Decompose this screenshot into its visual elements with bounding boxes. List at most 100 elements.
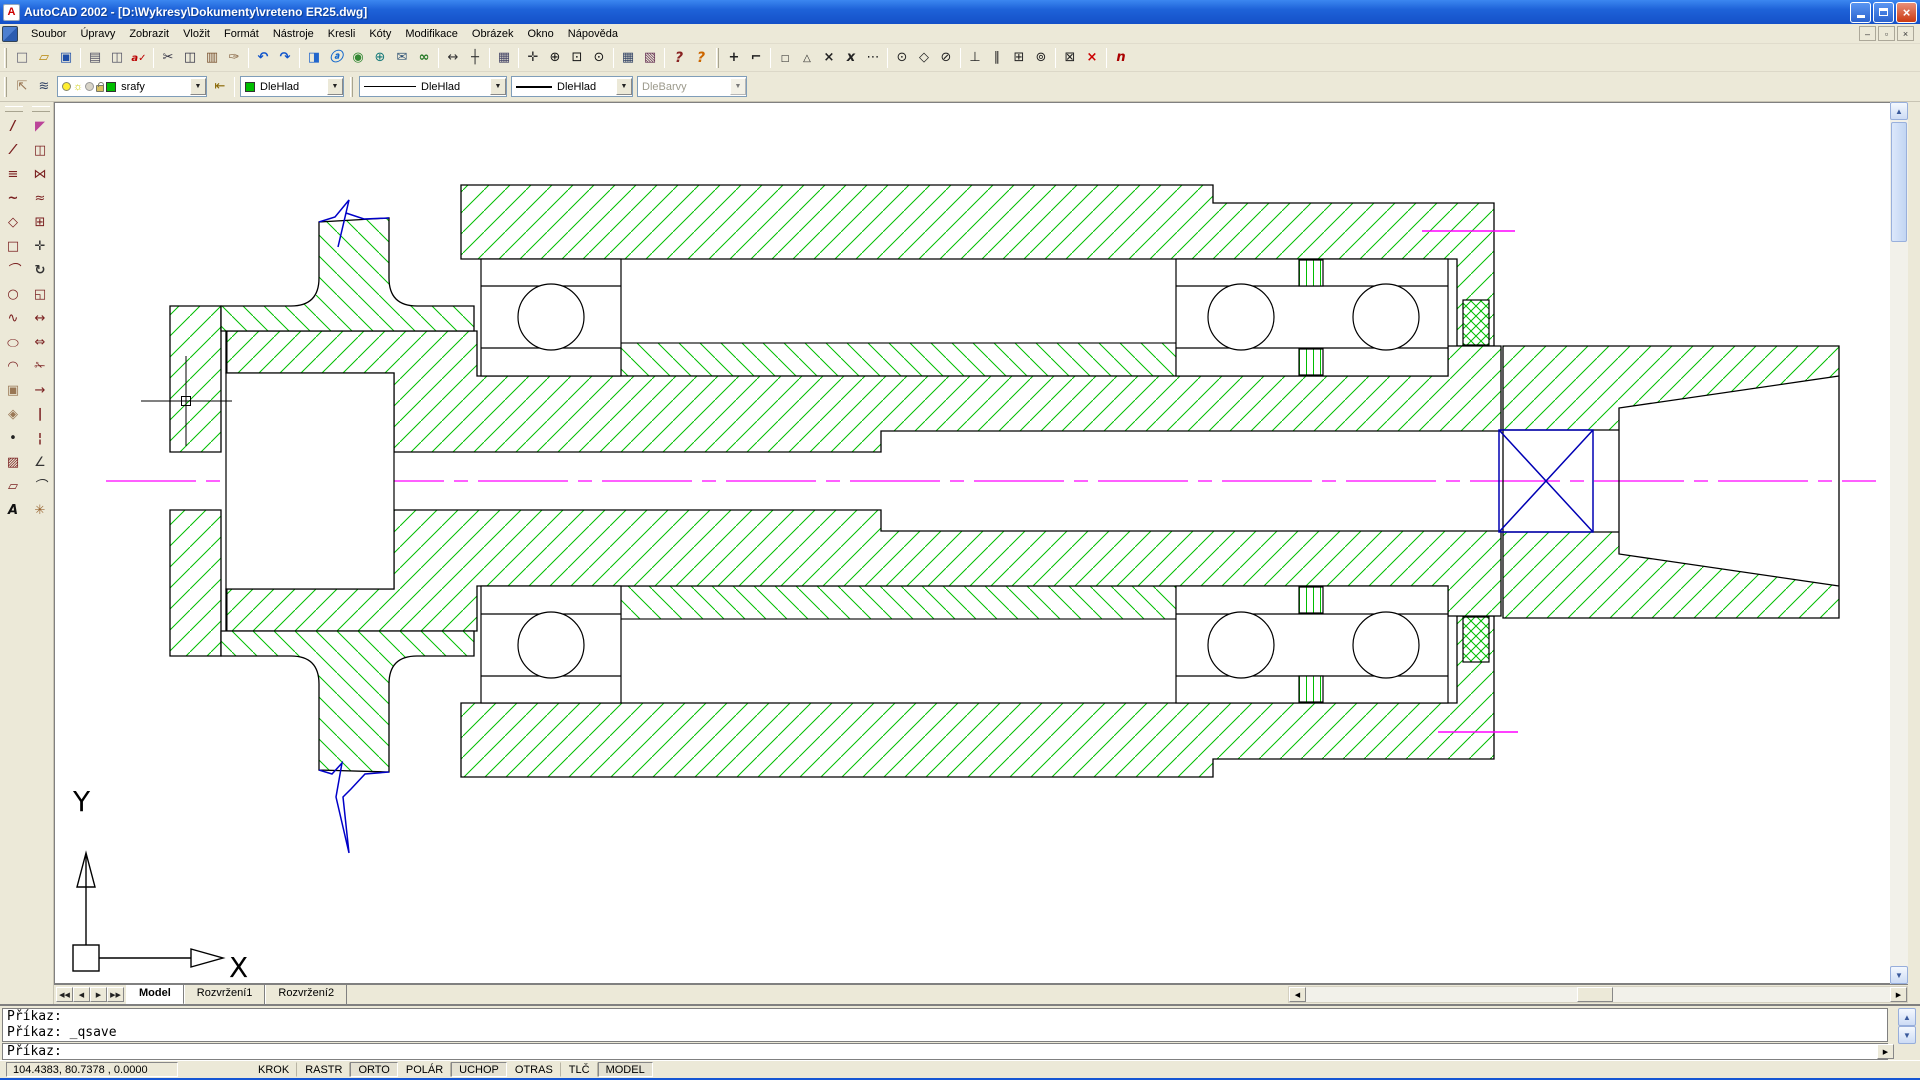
undo-button[interactable] bbox=[252, 47, 274, 69]
pan-realtime-button[interactable] bbox=[522, 47, 544, 69]
vertical-scrollbar[interactable]: ▲ ▼ bbox=[1890, 102, 1908, 984]
toggle-model[interactable]: MODEL bbox=[598, 1062, 653, 1077]
array-button[interactable] bbox=[28, 210, 52, 234]
publish-to-web-button[interactable] bbox=[369, 47, 391, 69]
autocad-app-icon[interactable]: A bbox=[3, 4, 20, 21]
toolbar-grip[interactable] bbox=[4, 48, 7, 68]
snap-node-button[interactable] bbox=[1030, 47, 1052, 69]
command-scrollbar[interactable]: ▲ ▼ bbox=[1898, 1008, 1916, 1044]
toggle-otras[interactable]: OTRAS bbox=[507, 1062, 561, 1077]
layers-button[interactable]: ≋ bbox=[33, 76, 55, 98]
snap-from-button[interactable] bbox=[745, 47, 767, 69]
scale-button[interactable] bbox=[28, 282, 52, 306]
last-tab-button[interactable]: ▶▶ bbox=[107, 987, 124, 1002]
fillet-button[interactable] bbox=[28, 474, 52, 498]
make-layer-current-button[interactable]: ⇱ bbox=[11, 76, 33, 98]
menu-soubor[interactable]: Soubor bbox=[24, 26, 73, 42]
snap-none-button[interactable] bbox=[1081, 47, 1103, 69]
autodesk-point-a-button[interactable] bbox=[325, 47, 347, 69]
distance-button[interactable] bbox=[442, 47, 464, 69]
snap-center-button[interactable] bbox=[891, 47, 913, 69]
copy-object-button[interactable] bbox=[28, 138, 52, 162]
toggle-rastr[interactable]: RASTR bbox=[297, 1062, 350, 1077]
redo-button[interactable] bbox=[274, 47, 296, 69]
mdi-restore-button[interactable]: ▫ bbox=[1878, 26, 1895, 41]
snap-intersection-button[interactable] bbox=[818, 47, 840, 69]
ellipse-button[interactable] bbox=[1, 330, 25, 354]
close-button[interactable]: × bbox=[1896, 2, 1917, 23]
copy-button[interactable] bbox=[179, 47, 201, 69]
layer-on-icon[interactable] bbox=[62, 82, 71, 91]
designcenter-button[interactable] bbox=[639, 47, 661, 69]
command-scroll-right-button[interactable]: ▶ bbox=[1877, 1044, 1894, 1059]
command-prompt[interactable]: Příkaz: bbox=[2, 1043, 1888, 1060]
menu-napoveda[interactable]: Nápověda bbox=[561, 26, 625, 42]
rectangle-button[interactable] bbox=[1, 234, 25, 258]
point-button[interactable] bbox=[1, 426, 25, 450]
osnap-settings-button[interactable] bbox=[1110, 47, 1132, 69]
layer-lock-icon[interactable] bbox=[96, 85, 104, 92]
autocad-today-button[interactable] bbox=[303, 47, 325, 69]
command-scroll-down-button[interactable]: ▼ bbox=[1898, 1026, 1916, 1044]
lengthen-button[interactable] bbox=[28, 330, 52, 354]
print-button[interactable] bbox=[84, 47, 106, 69]
toggle-polar[interactable]: POLÁR bbox=[398, 1062, 451, 1077]
mdi-close-button[interactable]: × bbox=[1897, 26, 1914, 41]
scroll-up-button[interactable]: ▲ bbox=[1890, 102, 1908, 120]
etransmit-button[interactable] bbox=[391, 47, 413, 69]
stretch-button[interactable] bbox=[28, 306, 52, 330]
help-button[interactable] bbox=[668, 47, 690, 69]
tab-rozvrzeni2[interactable]: Rozvržení2 bbox=[265, 985, 347, 1005]
paste-button[interactable] bbox=[201, 47, 223, 69]
drawing-canvas[interactable]: Y X bbox=[54, 102, 1890, 984]
vertical-scroll-thumb[interactable] bbox=[1891, 122, 1907, 242]
temporary-tracking-button[interactable] bbox=[723, 47, 745, 69]
color-combo-arrow[interactable]: ▼ bbox=[327, 78, 343, 95]
linetype-combobox[interactable]: DleHlad ▼ bbox=[359, 76, 507, 97]
menu-nastroje[interactable]: Nástroje bbox=[266, 26, 321, 42]
snap-nearest-button[interactable] bbox=[1059, 47, 1081, 69]
hatch-button[interactable] bbox=[1, 450, 25, 474]
break-at-point-button[interactable] bbox=[28, 402, 52, 426]
toggle-orto[interactable]: ORTO bbox=[350, 1062, 397, 1077]
move-button[interactable] bbox=[28, 234, 52, 258]
snap-midpoint-button[interactable] bbox=[796, 47, 818, 69]
make-block-button[interactable] bbox=[1, 402, 25, 426]
first-tab-button[interactable]: ◀◀ bbox=[56, 987, 73, 1002]
circle-button[interactable] bbox=[1, 282, 25, 306]
horizontal-scroll-thumb[interactable] bbox=[1577, 987, 1613, 1002]
line-button[interactable] bbox=[1, 114, 25, 138]
layer-freeze-icon[interactable]: ☼ bbox=[73, 81, 83, 93]
layer-combo-arrow[interactable]: ▼ bbox=[190, 78, 206, 95]
snap-extension-button[interactable] bbox=[862, 47, 884, 69]
menu-format[interactable]: Formát bbox=[217, 26, 266, 42]
next-tab-button[interactable]: ▶ bbox=[90, 987, 107, 1002]
menu-vlozit[interactable]: Vložit bbox=[176, 26, 217, 42]
toggle-uchop[interactable]: UCHOP bbox=[451, 1062, 507, 1077]
erase-button[interactable] bbox=[28, 114, 52, 138]
named-ucs-button[interactable] bbox=[464, 47, 486, 69]
tab-rozvrzeni1[interactable]: Rozvržení1 bbox=[184, 985, 266, 1005]
snap-perpendicular-button[interactable] bbox=[964, 47, 986, 69]
active-assistance-button[interactable] bbox=[690, 47, 712, 69]
snap-apparent-intersection-button[interactable] bbox=[840, 47, 862, 69]
insert-block-button[interactable] bbox=[1, 378, 25, 402]
menu-upravy[interactable]: Úpravy bbox=[73, 26, 122, 42]
rotate-button[interactable] bbox=[28, 258, 52, 282]
toolbar-grip[interactable] bbox=[350, 77, 353, 97]
trim-button[interactable] bbox=[28, 354, 52, 378]
snap-quadrant-button[interactable] bbox=[913, 47, 935, 69]
spelling-button[interactable] bbox=[128, 47, 150, 69]
menu-okno[interactable]: Okno bbox=[520, 26, 560, 42]
polyline-button[interactable] bbox=[1, 186, 25, 210]
prev-tab-button[interactable]: ◀ bbox=[73, 987, 90, 1002]
snap-endpoint-button[interactable] bbox=[774, 47, 796, 69]
restore-button[interactable] bbox=[1873, 2, 1894, 23]
toggle-tlc[interactable]: TLČ bbox=[561, 1062, 598, 1077]
chamfer-button[interactable] bbox=[28, 450, 52, 474]
toolbar-grip[interactable] bbox=[32, 106, 50, 112]
toolbar-grip[interactable] bbox=[5, 106, 23, 112]
linetype-combo-arrow[interactable]: ▼ bbox=[490, 78, 506, 95]
construction-line-button[interactable] bbox=[1, 138, 25, 162]
polygon-button[interactable] bbox=[1, 210, 25, 234]
